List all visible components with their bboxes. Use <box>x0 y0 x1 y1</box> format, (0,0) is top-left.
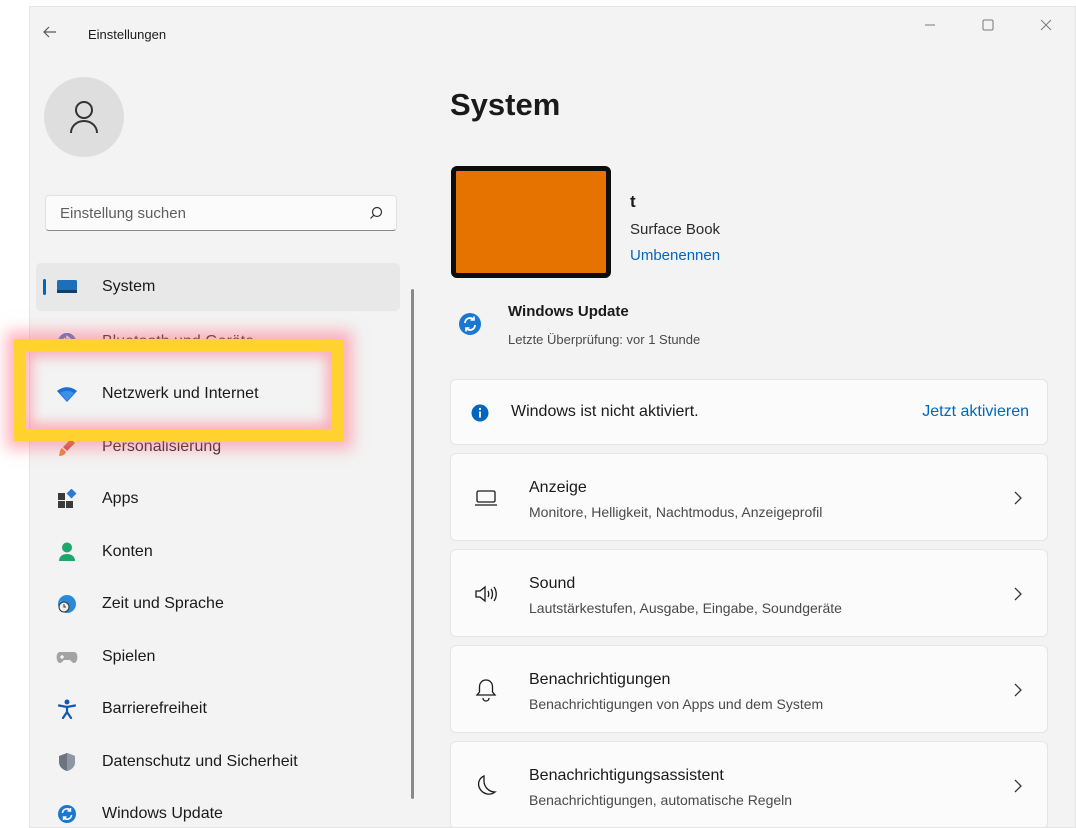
title-bar: Einstellungen <box>30 7 1075 55</box>
maximize-icon <box>982 19 994 31</box>
settings-row-description: Monitore, Helligkeit, Nachtmodus, Anzeig… <box>529 504 823 520</box>
gamepad-icon <box>56 646 78 668</box>
accessibility-icon <box>56 698 78 720</box>
close-button[interactable] <box>1023 11 1069 39</box>
chevron-right-icon <box>1014 491 1022 505</box>
windows-update-title[interactable]: Windows Update <box>508 303 629 320</box>
bluetooth-icon <box>56 331 78 353</box>
sidebar-item-network[interactable]: Netzwerk und Internet <box>36 368 400 421</box>
sidebar-scrollbar[interactable] <box>411 289 414 799</box>
avatar[interactable] <box>44 77 124 157</box>
maximize-button[interactable] <box>965 11 1011 39</box>
update-icon <box>459 313 481 335</box>
settings-row-title: Anzeige <box>529 479 587 496</box>
activation-status: Windows ist nicht aktiviert. <box>511 403 699 420</box>
app-title: Einstellungen <box>88 27 167 42</box>
info-icon <box>471 404 489 422</box>
activation-card: Windows ist nicht aktiviert. Jetzt aktiv… <box>450 379 1048 445</box>
sidebar-item-personalization[interactable]: Personalisierung <box>36 421 400 474</box>
sidebar-item-privacy[interactable]: Datenschutz und Sicherheit <box>36 736 400 789</box>
device-model: Surface Book <box>630 221 721 238</box>
display-icon <box>473 486 499 510</box>
back-arrow-icon <box>43 26 56 38</box>
sidebar-item-label: System <box>102 278 156 295</box>
settings-row-notifications[interactable]: Benachrichtigungen Benachrichtigungen vo… <box>450 645 1048 733</box>
monitor-icon <box>56 276 78 298</box>
rename-link[interactable]: Umbenennen <box>630 247 720 264</box>
sidebar-item-label: Personalisierung <box>102 437 222 455</box>
device-name: t <box>630 192 636 211</box>
minimize-icon <box>925 24 935 26</box>
settings-row-title: Sound <box>529 575 576 592</box>
search-input[interactable]: Einstellung suchen <box>60 205 186 222</box>
settings-row-description: Lautstärkestufen, Ausgabe, Eingabe, Soun… <box>529 600 842 616</box>
apps-icon <box>56 488 78 510</box>
settings-window: Einstellungen Einstellung suchen System <box>29 6 1076 828</box>
shield-icon <box>56 751 78 773</box>
settings-row-description: Benachrichtigungen von Apps und dem Syst… <box>529 696 824 712</box>
sidebar-item-accounts[interactable]: Konten <box>36 526 400 579</box>
sidebar-item-label: Datenschutz und Sicherheit <box>102 752 298 770</box>
sidebar-item-label: Apps <box>102 490 139 508</box>
sidebar-item-label: Barrierefreiheit <box>102 700 207 718</box>
sidebar-item-apps[interactable]: Apps <box>36 473 400 526</box>
sidebar-item-label: Bluetooth und Geräte <box>102 332 255 350</box>
sidebar-item-bluetooth[interactable]: Bluetooth und Geräte <box>36 316 400 369</box>
settings-row-focus-assist[interactable]: Benachrichtigungsassistent Benachrichtig… <box>450 741 1048 827</box>
sidebar-item-label: Zeit und Sprache <box>102 595 224 613</box>
close-icon <box>1040 19 1052 31</box>
speaker-icon <box>473 582 499 606</box>
active-indicator <box>43 279 46 295</box>
search-icon[interactable] <box>368 205 384 221</box>
moon-icon <box>473 774 499 798</box>
sidebar-nav: System Bluetooth und Geräte Netzwerk und… <box>36 263 400 827</box>
device-image <box>451 166 611 278</box>
sidebar-item-gaming[interactable]: Spielen <box>36 631 400 684</box>
person-icon <box>56 541 78 563</box>
settings-row-sound[interactable]: Sound Lautstärkestufen, Ausgabe, Eingabe… <box>450 549 1048 637</box>
wifi-icon <box>56 383 78 405</box>
sidebar-item-accessibility[interactable]: Barrierefreiheit <box>36 683 400 736</box>
globe-clock-icon <box>56 593 78 615</box>
sidebar-item-label: Konten <box>102 542 153 560</box>
settings-row-description: Benachrichtigungen, automatische Regeln <box>529 792 793 808</box>
chevron-right-icon <box>1014 683 1022 697</box>
settings-row-title: Benachrichtigungen <box>529 671 671 688</box>
user-icon <box>70 101 98 134</box>
sidebar-item-label: Windows Update <box>102 805 223 823</box>
settings-row-display[interactable]: Anzeige Monitore, Helligkeit, Nachtmodus… <box>450 453 1048 541</box>
minimize-button[interactable] <box>907 11 953 39</box>
search-box[interactable]: Einstellung suchen <box>45 195 397 231</box>
sidebar-item-windows-update[interactable]: Windows Update <box>36 788 400 827</box>
back-button[interactable] <box>42 24 62 44</box>
sidebar-item-label: Spielen <box>102 647 156 665</box>
update-icon <box>56 803 78 825</box>
bell-icon <box>473 678 499 702</box>
chevron-right-icon <box>1014 587 1022 601</box>
brush-icon <box>56 436 78 458</box>
settings-row-title: Benachrichtigungsassistent <box>529 767 724 784</box>
chevron-right-icon <box>1014 779 1022 793</box>
page-title: System <box>450 87 561 122</box>
activate-link[interactable]: Jetzt aktivieren <box>922 403 1029 421</box>
sidebar-item-system[interactable]: System <box>36 263 400 311</box>
sidebar-item-label: Netzwerk und Internet <box>102 385 259 403</box>
windows-update-status: Letzte Überprüfung: vor 1 Stunde <box>508 332 701 347</box>
sidebar-item-time-language[interactable]: Zeit und Sprache <box>36 578 400 631</box>
